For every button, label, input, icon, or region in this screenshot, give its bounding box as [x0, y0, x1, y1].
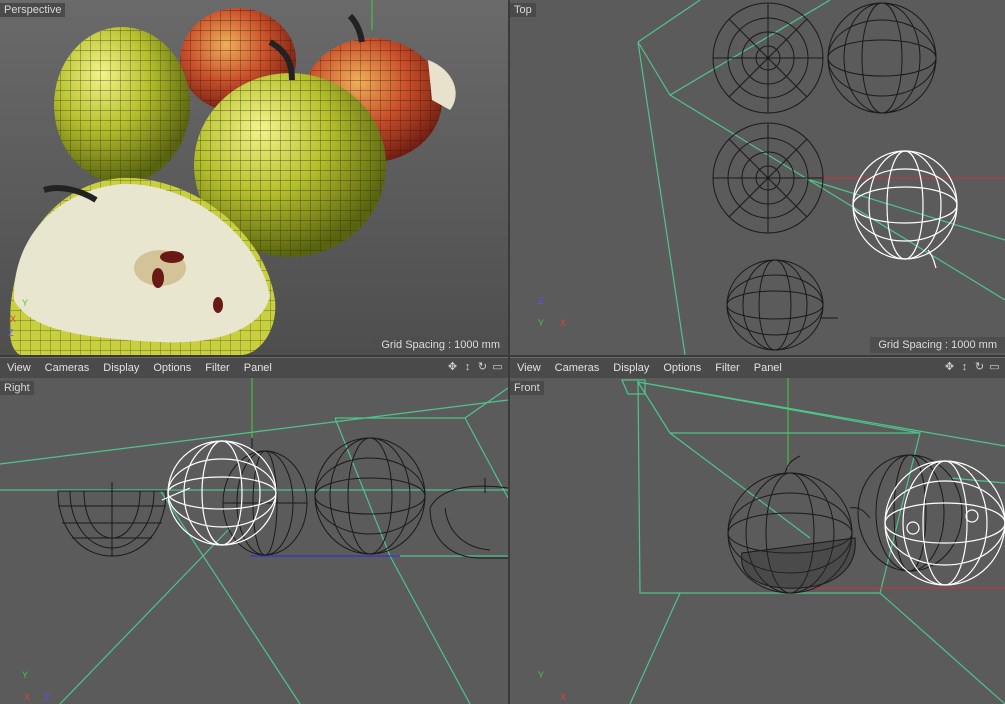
menu-cameras[interactable]: Cameras — [38, 358, 97, 378]
menu-display[interactable]: Display — [606, 358, 656, 378]
axis-x-label: X — [10, 314, 17, 324]
grid-spacing-label: Grid Spacing : 1000 mm — [870, 337, 1005, 353]
menu-options[interactable]: Options — [656, 358, 708, 378]
wire-apple-top-4[interactable] — [726, 259, 838, 351]
zoom-icon[interactable]: ↕ — [461, 360, 474, 375]
viewport-label: Perspective — [0, 3, 66, 17]
menu-panel[interactable]: Panel — [747, 358, 789, 378]
move-icon[interactable]: ✥ — [943, 360, 956, 375]
axis-gizmo: Y X Z — [6, 298, 36, 338]
menu-cameras[interactable]: Cameras — [548, 358, 607, 378]
menubar-left: View Cameras Display Options Filter Pane… — [0, 357, 508, 378]
right-scene[interactable] — [0, 378, 508, 704]
camera-frustum — [0, 387, 508, 704]
wire-apple-top-3[interactable] — [712, 122, 824, 234]
viewport-label: Front — [510, 381, 544, 395]
top-viewport[interactable]: Top Z Y X Grid Spacing : 1000 mm — [510, 0, 1005, 355]
axis-x-label: X — [560, 318, 567, 328]
wire-apple-side-3[interactable] — [314, 437, 426, 555]
axis-gizmo: Y X — [536, 670, 576, 702]
viewport-label: Right — [0, 381, 34, 395]
wire-apple-selected[interactable] — [161, 440, 277, 546]
axis-x-label: X — [24, 692, 31, 702]
menubar-right: View Cameras Display Options Filter Pane… — [510, 357, 1005, 378]
axis-z-label: Z — [44, 692, 50, 702]
axis-y-label: Y — [22, 670, 29, 680]
wire-apple-selected[interactable] — [884, 460, 1005, 586]
rotate-icon[interactable]: ↻ — [973, 360, 986, 375]
viewport-label: Top — [510, 3, 536, 17]
front-viewport[interactable]: Front Y X — [510, 378, 1005, 704]
perspective-viewport[interactable]: Perspective Y X Z Grid Spacing : 1000 mm — [0, 0, 508, 355]
wire-apple-top-1[interactable] — [712, 2, 824, 114]
axis-z-label: Z — [538, 296, 544, 306]
zoom-icon[interactable]: ↕ — [958, 360, 971, 375]
axis-gizmo: Y X Z — [20, 670, 60, 702]
menu-view[interactable]: View — [0, 358, 38, 378]
menu-view[interactable]: View — [510, 358, 548, 378]
axis-x-label: X — [560, 692, 567, 702]
maximize-icon[interactable]: ▭ — [988, 360, 1001, 375]
perspective-scene[interactable] — [0, 0, 508, 355]
menu-display[interactable]: Display — [96, 358, 146, 378]
front-scene[interactable] — [510, 378, 1005, 704]
axis-y-label: Y — [538, 318, 545, 328]
axis-y-label: Y — [538, 670, 545, 680]
grid-spacing-label: Grid Spacing : 1000 mm — [373, 337, 508, 353]
axis-z-label: Z — [8, 328, 14, 338]
menu-options[interactable]: Options — [146, 358, 198, 378]
top-scene[interactable] — [510, 0, 1005, 355]
wire-apple-top-2[interactable] — [827, 2, 937, 114]
axis-gizmo: Z Y X — [536, 296, 566, 332]
menu-panel[interactable]: Panel — [237, 358, 279, 378]
right-viewport[interactable]: Right Y X Z — [0, 378, 508, 704]
move-icon[interactable]: ✥ — [446, 360, 459, 375]
green-apple-left[interactable] — [54, 27, 190, 183]
wire-half-apple-1[interactable] — [57, 482, 167, 557]
rotate-icon[interactable]: ↻ — [476, 360, 489, 375]
menu-filter[interactable]: Filter — [198, 358, 236, 378]
axis-y-label: Y — [22, 298, 29, 308]
menu-filter[interactable]: Filter — [708, 358, 746, 378]
maximize-icon[interactable]: ▭ — [491, 360, 504, 375]
